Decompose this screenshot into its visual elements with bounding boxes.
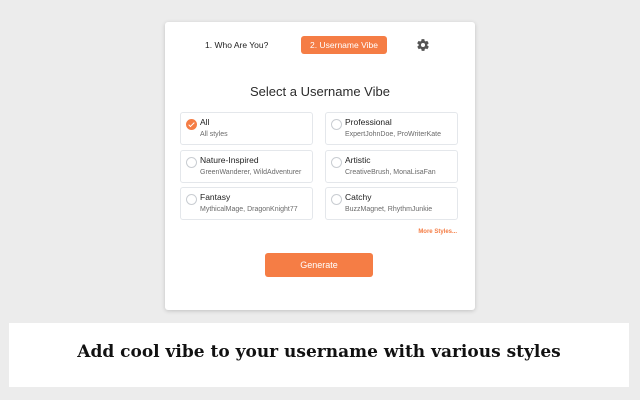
banner-caption: Add cool vibe to your username with vari… bbox=[77, 342, 561, 362]
step-tabs: 1. Who Are You? 2. Username Vibe bbox=[165, 36, 475, 56]
option-description: BuzzMagnet, RhythmJunkie bbox=[345, 206, 433, 213]
radio-icon[interactable] bbox=[186, 157, 197, 168]
option-title: Nature-Inspired bbox=[200, 155, 259, 165]
radio-icon[interactable] bbox=[331, 194, 342, 205]
radio-icon[interactable] bbox=[331, 157, 342, 168]
more-styles-link[interactable]: More Styles... bbox=[418, 229, 457, 235]
option-title: Fantasy bbox=[200, 192, 231, 202]
option-description: CreativeBrush, MonaLisaFan bbox=[345, 169, 436, 176]
option-catchy[interactable]: Catchy BuzzMagnet, RhythmJunkie bbox=[325, 187, 458, 220]
option-title: Artistic bbox=[345, 155, 371, 165]
option-artistic[interactable]: Artistic CreativeBrush, MonaLisaFan bbox=[325, 150, 458, 183]
page-title: Select a Username Vibe bbox=[250, 84, 390, 99]
option-fantasy[interactable]: Fantasy MythicalMage, DragonKnight77 bbox=[180, 187, 313, 220]
radio-icon[interactable] bbox=[186, 194, 197, 205]
option-description: All styles bbox=[200, 131, 228, 138]
tab-who-are-you[interactable]: 1. Who Are You? bbox=[205, 36, 268, 54]
generate-button[interactable]: Generate bbox=[265, 253, 373, 277]
gear-icon[interactable] bbox=[416, 38, 430, 52]
option-nature-inspired[interactable]: Nature-Inspired GreenWanderer, WildAdven… bbox=[180, 150, 313, 183]
radio-icon[interactable] bbox=[331, 119, 342, 130]
option-description: GreenWanderer, WildAdventurer bbox=[200, 169, 302, 176]
option-professional[interactable]: Professional ExpertJohnDoe, ProWriterKat… bbox=[325, 112, 458, 145]
tab-username-vibe[interactable]: 2. Username Vibe bbox=[301, 36, 387, 54]
caption-banner: Add cool vibe to your username with vari… bbox=[9, 323, 629, 387]
option-description: ExpertJohnDoe, ProWriterKate bbox=[345, 131, 441, 138]
option-description: MythicalMage, DragonKnight77 bbox=[200, 206, 298, 213]
radio-checked-icon[interactable] bbox=[186, 119, 197, 130]
option-title: Professional bbox=[345, 117, 392, 127]
option-title: Catchy bbox=[345, 192, 372, 202]
option-all[interactable]: All All styles bbox=[180, 112, 313, 145]
popup-card: 1. Who Are You? 2. Username Vibe Select … bbox=[165, 22, 475, 310]
option-title: All bbox=[200, 117, 210, 127]
